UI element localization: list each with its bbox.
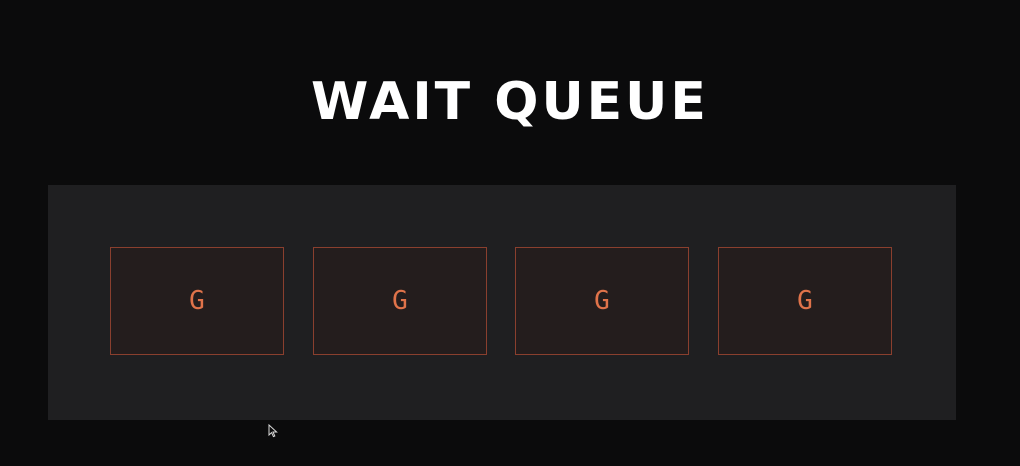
slide-canvas: WAIT QUEUE G G G G [0, 0, 1020, 466]
page-title: WAIT QUEUE [311, 72, 709, 132]
wait-queue-panel: G G G G [48, 185, 956, 420]
mouse-pointer-icon [268, 424, 278, 438]
queue-slot: G [313, 247, 487, 355]
queue-slot: G [718, 247, 892, 355]
queue-slot-label: G [797, 286, 813, 316]
queue-slot-label: G [189, 286, 205, 316]
queue-slot: G [515, 247, 689, 355]
queue-slot: G [110, 247, 284, 355]
queue-slot-label: G [594, 286, 610, 316]
queue-slot-label: G [392, 286, 408, 316]
